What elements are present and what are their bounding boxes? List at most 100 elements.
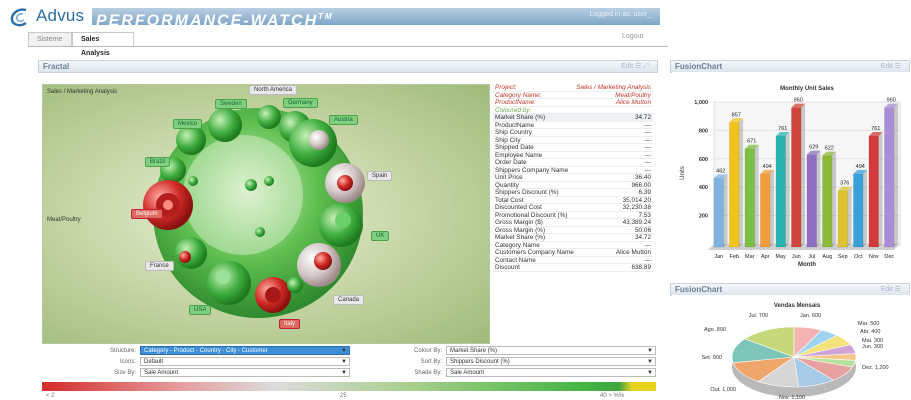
- bar[interactable]: [775, 135, 786, 248]
- x-tick-label: Jul: [808, 254, 815, 260]
- colour-label: Colour By:: [413, 348, 442, 354]
- country-label-germany[interactable]: Germany: [283, 98, 318, 108]
- attribute-key: Shipped Date: [495, 144, 534, 151]
- fractal-visualization[interactable]: Sales / Marketing Analysis North America…: [42, 84, 490, 344]
- attribute-value: 43,389.24: [622, 219, 651, 226]
- attribute-value: ---: [644, 129, 651, 136]
- colour-select[interactable]: Market Share (%) ▼: [446, 346, 656, 355]
- bar[interactable]: [713, 178, 724, 248]
- attribute-key: Ship Country: [495, 129, 532, 136]
- attribute-key: Market Share (%): [495, 234, 546, 241]
- attribute-key: Project:: [495, 84, 517, 91]
- size-select[interactable]: Sale Amount ▼: [140, 368, 350, 377]
- bar[interactable]: [760, 173, 771, 248]
- bar[interactable]: [729, 122, 740, 248]
- data-label: 960: [794, 98, 803, 104]
- fractal-edit-link[interactable]: Edit: [621, 63, 633, 70]
- country-label-belgium[interactable]: Belgium: [131, 209, 163, 219]
- logged-in-status: Logged in as: user_: [589, 11, 652, 18]
- brand-name: Advus: [36, 6, 85, 25]
- color-scale-min: < 2: [46, 393, 55, 399]
- attribute-key: Contact Name: [495, 256, 536, 264]
- attribute-row: Gross Margin (%) 50.06: [493, 226, 653, 234]
- country-label-uk[interactable]: UK: [371, 231, 390, 241]
- sort-select[interactable]: Shippers Discount (%) ▼: [446, 357, 656, 366]
- fractal-panel-actions[interactable]: Edit ☰ ⤢: [621, 61, 649, 73]
- country-label-spain[interactable]: Spain: [367, 171, 393, 181]
- bar[interactable]: [837, 190, 848, 248]
- color-scale-bar[interactable]: [42, 382, 656, 391]
- attribute-value: 7.53: [638, 211, 651, 219]
- data-label: 629: [809, 145, 818, 151]
- shade-select[interactable]: Sale Amount ▼: [446, 368, 656, 377]
- country-label-austria[interactable]: Austria: [329, 115, 358, 125]
- shade-value: Sale Amount: [450, 370, 485, 376]
- pie-label: Ago. 800: [704, 327, 726, 333]
- attribute-key: Discounted Cost: [495, 204, 542, 211]
- bar[interactable]: [822, 155, 833, 248]
- attribute-value: Meat/Poultry: [615, 91, 651, 99]
- icons-label: Icons:: [119, 359, 136, 365]
- tab-sisteme[interactable]: Sisteme: [28, 32, 72, 46]
- attribute-value: 32,230.38: [622, 204, 651, 211]
- logout-link[interactable]: Logout: [622, 33, 643, 40]
- bar[interactable]: [744, 148, 755, 248]
- chart2-edit-link[interactable]: Edit: [881, 286, 893, 293]
- y-tick-label: 400: [699, 185, 708, 191]
- bar-side: [801, 103, 806, 248]
- fractal-panel-title: Fractal: [43, 62, 70, 71]
- bar[interactable]: [884, 107, 895, 248]
- vendas-mensais-chart[interactable]: Vendas Mensais Jul. 700 Jan. 600 Mar. 500 Ab…: [672, 295, 910, 400]
- bar-side: [847, 186, 852, 247]
- x-tick-label: Apr: [761, 254, 770, 260]
- structure-value: Category - Product - Country - City - Cu…: [144, 348, 268, 354]
- y-axis-label: Units: [680, 166, 686, 180]
- country-label-france[interactable]: France: [145, 261, 174, 271]
- attribute-row: ProductName ---: [493, 122, 653, 129]
- advus-logo-icon: [10, 8, 27, 27]
- color-scale-max: 40 > %%: [600, 393, 625, 399]
- attribute-table: Project: Sales / Marketing Analysis Catego…: [493, 84, 653, 272]
- bar[interactable]: [791, 107, 802, 248]
- attribute-value: Sales / Marketing Analysis: [576, 84, 651, 91]
- attribute-value: ---: [644, 159, 651, 166]
- icons-select[interactable]: Default ▼: [140, 357, 350, 366]
- bar-side: [863, 169, 868, 247]
- tab-sales-analysis[interactable]: Sales Analysis: [72, 32, 134, 57]
- attribute-value: 34.72: [635, 234, 651, 241]
- bar[interactable]: [853, 173, 864, 248]
- country-label-brazil[interactable]: Brazil: [145, 157, 171, 167]
- attribute-key: Employee Name: [495, 151, 543, 159]
- attribute-value: Alice Mutton: [615, 249, 651, 256]
- country-label-usa[interactable]: USA: [189, 305, 212, 315]
- attribute-value: ---: [644, 136, 651, 144]
- attribute-value: 50.06: [635, 226, 651, 234]
- bar[interactable]: [868, 135, 879, 248]
- attribute-row: Customers Company Name Alice Mutton: [493, 249, 653, 257]
- monthly-unit-sales-chart[interactable]: Monthly Unit Sales 200 400 600 800 1,000 Units…: [672, 72, 910, 268]
- attribute-row: Shipped Date ---: [493, 144, 653, 152]
- bar[interactable]: [806, 154, 817, 248]
- chevron-down-icon: ▼: [341, 348, 347, 354]
- attribute-row: Discounted Cost 32,230.38: [493, 204, 653, 212]
- x-tick-label: Jan: [714, 254, 723, 260]
- attribute-row: Shippers Company Name ---: [493, 166, 653, 174]
- x-tick-label: Aug: [822, 254, 832, 260]
- attribute-value: ---: [644, 256, 651, 264]
- product-name: PERFORMANCE-WATCH: [96, 12, 319, 30]
- chart1-edit-link[interactable]: Edit: [881, 63, 893, 70]
- attribute-key: Shippers Company Name: [495, 166, 569, 174]
- country-label-italy[interactable]: Italy: [279, 319, 301, 329]
- attribute-row: Coloured by:: [493, 107, 653, 114]
- bar-side: [894, 103, 899, 248]
- bar-side: [785, 131, 790, 247]
- chevron-down-icon: ▼: [647, 348, 653, 354]
- structure-select[interactable]: Category - Product - Country - City - Cu…: [140, 346, 350, 355]
- fractal-bubble-chart[interactable]: [43, 85, 490, 344]
- country-label-sweden[interactable]: Sweden: [215, 99, 247, 109]
- data-label: 462: [716, 168, 725, 174]
- country-label-mexico[interactable]: Mexico: [173, 119, 203, 129]
- country-label-canada[interactable]: Canada: [333, 295, 365, 305]
- attribute-value: ---: [644, 166, 651, 174]
- pie-label: Nov. 1,100: [779, 395, 805, 400]
